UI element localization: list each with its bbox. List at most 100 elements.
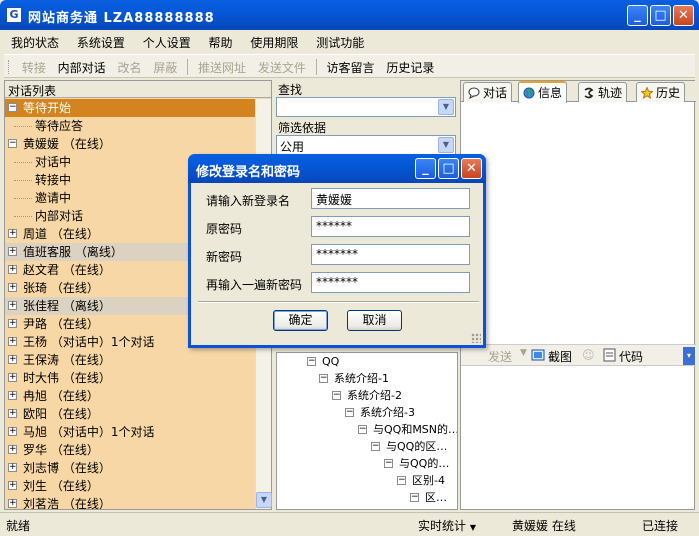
tree-group-waiting-start[interactable]: − 等待开始 <box>5 99 256 117</box>
expand-icon[interactable]: + <box>8 445 17 454</box>
tree-group-agent[interactable]: + 冉旭 （在线） <box>5 387 256 405</box>
tree-item-waiting-response[interactable]: 等待应答 <box>5 117 256 135</box>
confirm-password-field[interactable]: ******* <box>311 272 470 293</box>
filter-combo[interactable]: 公用 ▼ <box>276 135 456 155</box>
reply-tree-item[interactable]: − 与QQ和MSN的… <box>358 421 457 438</box>
menu-system-settings[interactable]: 系统设置 <box>70 30 132 55</box>
menu-test-features[interactable]: 测试功能 <box>309 30 371 55</box>
expand-icon[interactable]: + <box>8 499 17 508</box>
tree-group-user[interactable]: − 黄媛媛 （在线） <box>5 135 256 153</box>
reply-tree-item[interactable]: − 与QQ的区… <box>371 438 447 455</box>
tree-group-agent[interactable]: + 时大伟 （在线） <box>5 369 256 387</box>
code-button[interactable]: 代码 <box>619 348 643 365</box>
expand-icon[interactable]: + <box>8 283 17 292</box>
collapse-icon[interactable]: − <box>8 139 17 148</box>
expand-icon[interactable]: + <box>8 301 17 310</box>
reply-tree-item[interactable]: − 区别-4 <box>397 472 445 489</box>
block-button[interactable]: 屏蔽 <box>149 55 181 80</box>
connection-status: 已连接 <box>642 519 679 533</box>
dialog-close-button[interactable]: ✕ <box>461 158 482 179</box>
collapse-icon[interactable]: − <box>332 390 341 400</box>
tree-group-agent[interactable]: + 罗华 （在线） <box>5 441 256 459</box>
send-options-icon[interactable]: ▼ <box>520 348 527 358</box>
rename-button[interactable]: 改名 <box>114 55 146 80</box>
collapse-icon[interactable]: − <box>371 441 380 451</box>
dialog-title-bar: 修改登录名和密码 _ □ ✕ <box>188 154 486 183</box>
expand-icon[interactable]: + <box>8 409 17 418</box>
menu-my-status[interactable]: 我的状态 <box>4 30 66 55</box>
tab-trace[interactable]: 轨迹 <box>578 82 628 102</box>
emoji-icon[interactable]: ☺ <box>582 348 595 362</box>
send-file-button[interactable]: 发送文件 <box>254 55 310 80</box>
expand-icon[interactable]: + <box>8 319 17 328</box>
dialog-maximize-button[interactable]: □ <box>438 158 459 179</box>
resize-grip-icon[interactable] <box>471 333 481 343</box>
tree-group-agent[interactable]: + 马旭 （对话中）1个对话 <box>5 423 256 441</box>
code-icon[interactable] <box>603 348 616 365</box>
search-combo[interactable]: ▼ <box>276 97 456 117</box>
collapse-icon[interactable]: − <box>8 103 17 112</box>
reply-tree-item[interactable]: − 系统介绍-3 <box>345 404 415 421</box>
maximize-button[interactable]: □ <box>650 5 671 26</box>
expand-icon[interactable]: + <box>8 427 17 436</box>
reply-tree-item[interactable]: − 与QQ的… <box>384 455 449 472</box>
tree-label: 时大伟 （在线） <box>23 371 111 385</box>
toolbar-overflow-icon[interactable]: ▾ <box>683 347 695 365</box>
expand-icon[interactable]: + <box>8 355 17 364</box>
ok-button[interactable]: 确定 <box>273 310 328 331</box>
expand-icon[interactable]: + <box>8 481 17 490</box>
collapse-icon[interactable]: − <box>397 475 406 485</box>
reply-tree-label: QQ <box>322 355 340 368</box>
close-button[interactable]: ✕ <box>673 5 694 26</box>
realtime-stats-dropdown[interactable]: 实时统计 ▼ <box>418 517 476 534</box>
tree-group-agent[interactable]: + 欧阳 （在线） <box>5 405 256 423</box>
new-login-field[interactable]: 黄媛媛 <box>311 188 470 209</box>
expand-icon[interactable]: + <box>8 391 17 400</box>
collapse-icon[interactable]: − <box>345 407 354 417</box>
collapse-icon[interactable]: − <box>410 492 419 502</box>
screenshot-icon[interactable] <box>531 348 545 365</box>
scroll-down-icon[interactable]: ▼ <box>256 492 272 508</box>
expand-icon[interactable]: + <box>8 337 17 346</box>
tree-group-agent[interactable]: + 刘志博 （在线） <box>5 459 256 477</box>
internal-chat-button[interactable]: 内部对话 <box>54 55 110 80</box>
tree-label: 罗华 （在线） <box>23 443 99 457</box>
collapse-icon[interactable]: − <box>384 458 393 468</box>
expand-icon[interactable]: + <box>8 247 17 256</box>
new-password-field[interactable]: ******* <box>311 244 470 265</box>
menu-usage-period[interactable]: 使用期限 <box>243 30 305 55</box>
tree-group-agent[interactable]: + 王保涛 （在线） <box>5 351 256 369</box>
menu-help[interactable]: 帮助 <box>202 30 240 55</box>
cancel-button[interactable]: 取消 <box>347 310 402 331</box>
tab-chat[interactable]: 对话 <box>463 82 513 102</box>
reply-tree-item[interactable]: − 系统介绍-2 <box>332 387 402 404</box>
collapse-icon[interactable]: − <box>358 424 367 434</box>
expand-icon[interactable]: + <box>8 229 17 238</box>
collapse-icon[interactable]: − <box>319 373 328 383</box>
reply-tree-item[interactable]: − 系统介绍-1 <box>319 370 389 387</box>
chevron-down-icon[interactable]: ▼ <box>438 137 454 153</box>
expand-icon[interactable]: + <box>8 373 17 382</box>
send-button[interactable]: 发送 <box>488 348 512 365</box>
collapse-icon[interactable]: − <box>307 356 316 366</box>
chevron-down-icon[interactable]: ▼ <box>438 99 454 115</box>
tree-group-agent[interactable]: + 刘茗浩 （在线） <box>5 495 256 509</box>
transfer-button[interactable]: 转接 <box>18 55 50 80</box>
history-button[interactable]: 历史记录 <box>382 55 438 80</box>
dialog-minimize-button[interactable]: _ <box>415 158 436 179</box>
push-url-button[interactable]: 推送网址 <box>194 55 250 80</box>
minimize-button[interactable]: _ <box>627 5 648 26</box>
visitor-message-button[interactable]: 访客留言 <box>323 55 379 80</box>
reply-tree-item[interactable]: − QQ <box>307 353 339 370</box>
screenshot-button[interactable]: 截图 <box>548 348 572 365</box>
reply-tree-item[interactable]: − 区… <box>410 489 447 506</box>
tree-label: 周道 （在线） <box>23 227 99 241</box>
tree-group-agent[interactable]: + 刘生 （在线） <box>5 477 256 495</box>
tab-info[interactable]: 信息 <box>518 81 568 103</box>
expand-icon[interactable]: + <box>8 463 17 472</box>
tree-label: 刘茗浩 （在线） <box>23 497 111 509</box>
expand-icon[interactable]: + <box>8 265 17 274</box>
tab-history[interactable]: 历史 <box>636 82 686 102</box>
old-password-field[interactable]: ****** <box>311 216 470 237</box>
menu-personal-settings[interactable]: 个人设置 <box>136 30 198 55</box>
